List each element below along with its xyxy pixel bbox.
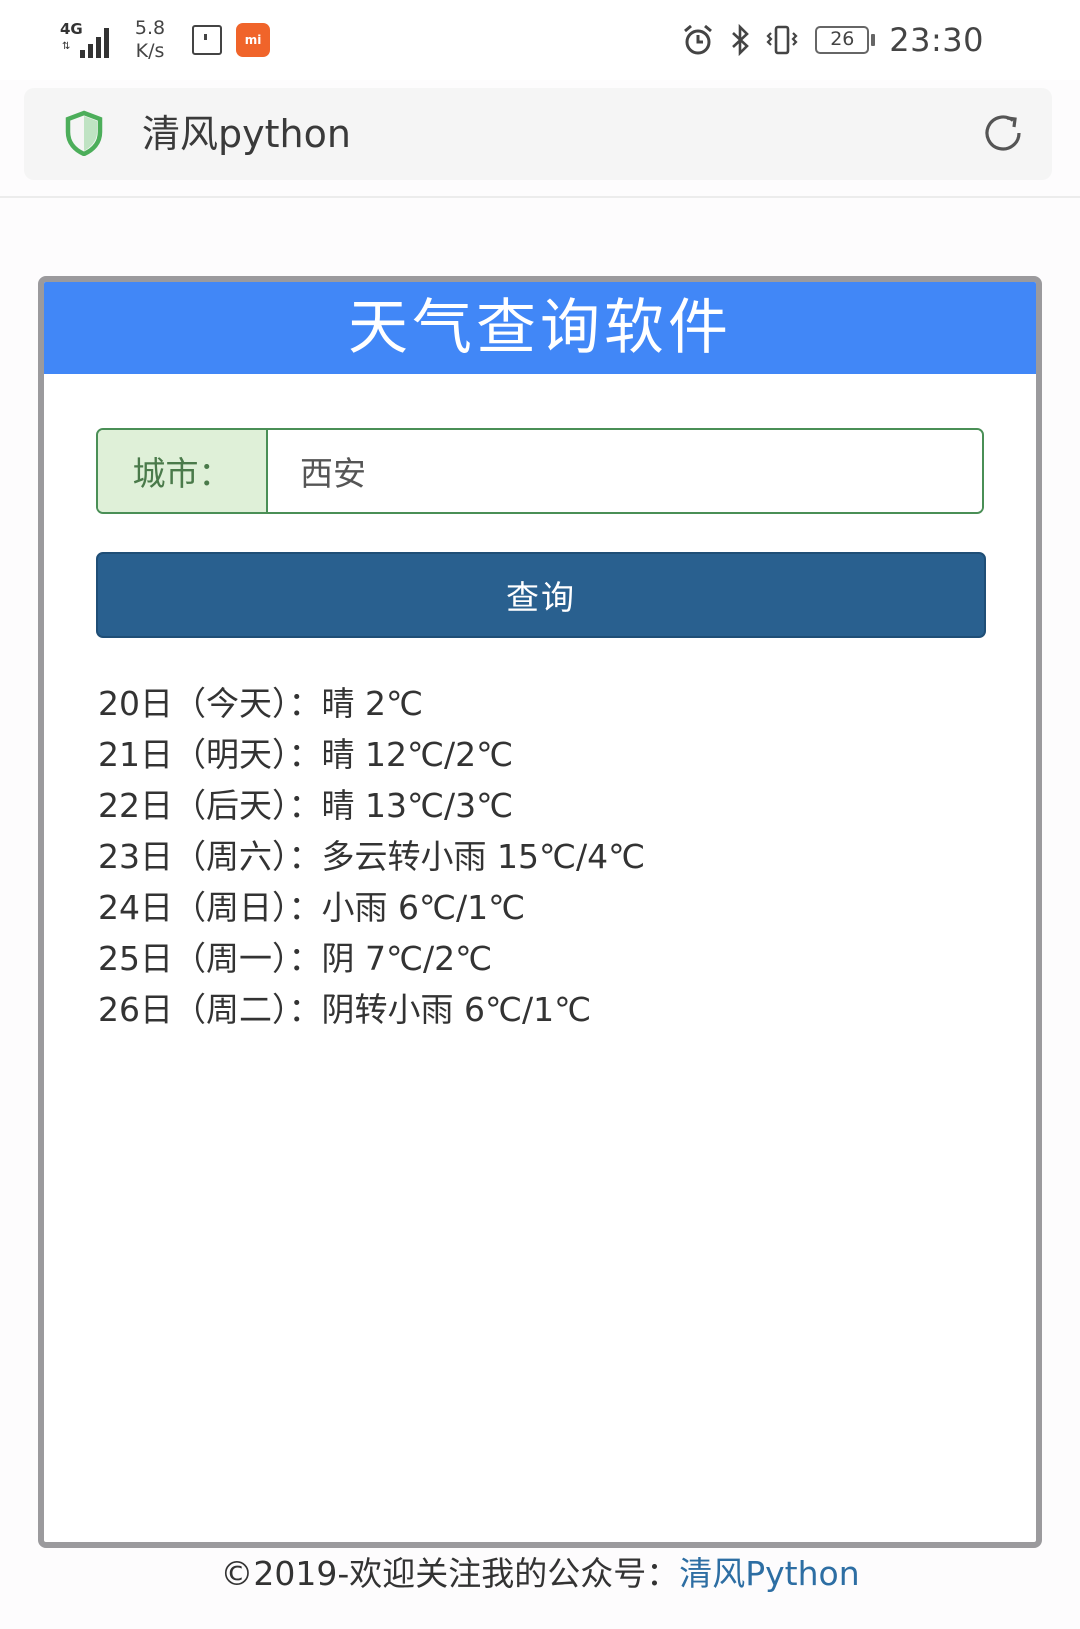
speed-unit: K/s — [135, 40, 165, 62]
reload-icon[interactable] — [980, 110, 1026, 156]
forecast-item: 20日（今天）：晴 2℃ — [98, 684, 424, 723]
divider — [0, 196, 1080, 198]
data-arrows-icon: ⇅ — [62, 41, 71, 52]
bluetooth-icon — [732, 23, 750, 57]
footer-text: ©2019-欢迎关注我的公众号： — [220, 1554, 680, 1593]
shield-icon[interactable] — [64, 110, 104, 156]
status-left: 4G ⇅ 5.8 K/s mi — [60, 14, 270, 66]
signal-bars-icon — [80, 28, 109, 58]
app-title: 天气查询软件 — [348, 293, 732, 363]
forecast-item: 25日（周一）：阴 7℃/2℃ — [98, 939, 493, 978]
forecast-list: 20日（今天）：晴 2℃ 21日（明天）：晴 12℃/2℃ 22日（后天）：晴 … — [98, 678, 978, 1035]
forecast-item: 23日（周六）：多云转小雨 15℃/4℃ — [98, 837, 646, 876]
city-label: 城市： — [98, 430, 268, 512]
alarm-icon — [684, 24, 713, 55]
weather-app-card: 天气查询软件 城市： 查询 20日（今天）：晴 2℃ 21日（明天）：晴 12℃… — [38, 276, 1042, 1548]
status-bar: 4G ⇅ 5.8 K/s mi 26 23:30 — [0, 0, 1080, 80]
battery-level: 26 — [830, 28, 855, 50]
footer-link[interactable]: 清风Python — [679, 1554, 859, 1593]
cellular-signal-icon: 4G ⇅ — [60, 20, 116, 60]
app-header: 天气查询软件 — [44, 282, 1036, 374]
query-button[interactable]: 查询 — [96, 552, 986, 638]
city-input-group: 城市： — [96, 428, 984, 514]
page-title: 清风python — [142, 112, 351, 156]
speed-value: 5.8 — [134, 17, 166, 39]
network-speed: 5.8 K/s — [128, 17, 172, 63]
browser-title-bar: 清风python — [24, 88, 1052, 180]
forecast-item: 21日（明天）：晴 12℃/2℃ — [98, 735, 514, 774]
forecast-item: 24日（周日）：小雨 6℃/1℃ — [98, 888, 526, 927]
battery-icon: 26 — [815, 26, 876, 54]
status-right: 26 23:30 — [681, 14, 984, 66]
clock: 23:30 — [889, 21, 984, 59]
footer: ©2019-欢迎关注我的公众号：清风Python — [0, 1544, 1080, 1604]
city-input[interactable] — [268, 430, 982, 512]
notification-icon — [192, 25, 222, 55]
forecast-item: 22日（后天）：晴 13℃/3℃ — [98, 786, 514, 825]
mi-app-icon: mi — [236, 23, 270, 57]
forecast-item: 26日（周二）：阴转小雨 6℃/1℃ — [98, 990, 592, 1029]
vibrate-icon — [766, 25, 798, 55]
